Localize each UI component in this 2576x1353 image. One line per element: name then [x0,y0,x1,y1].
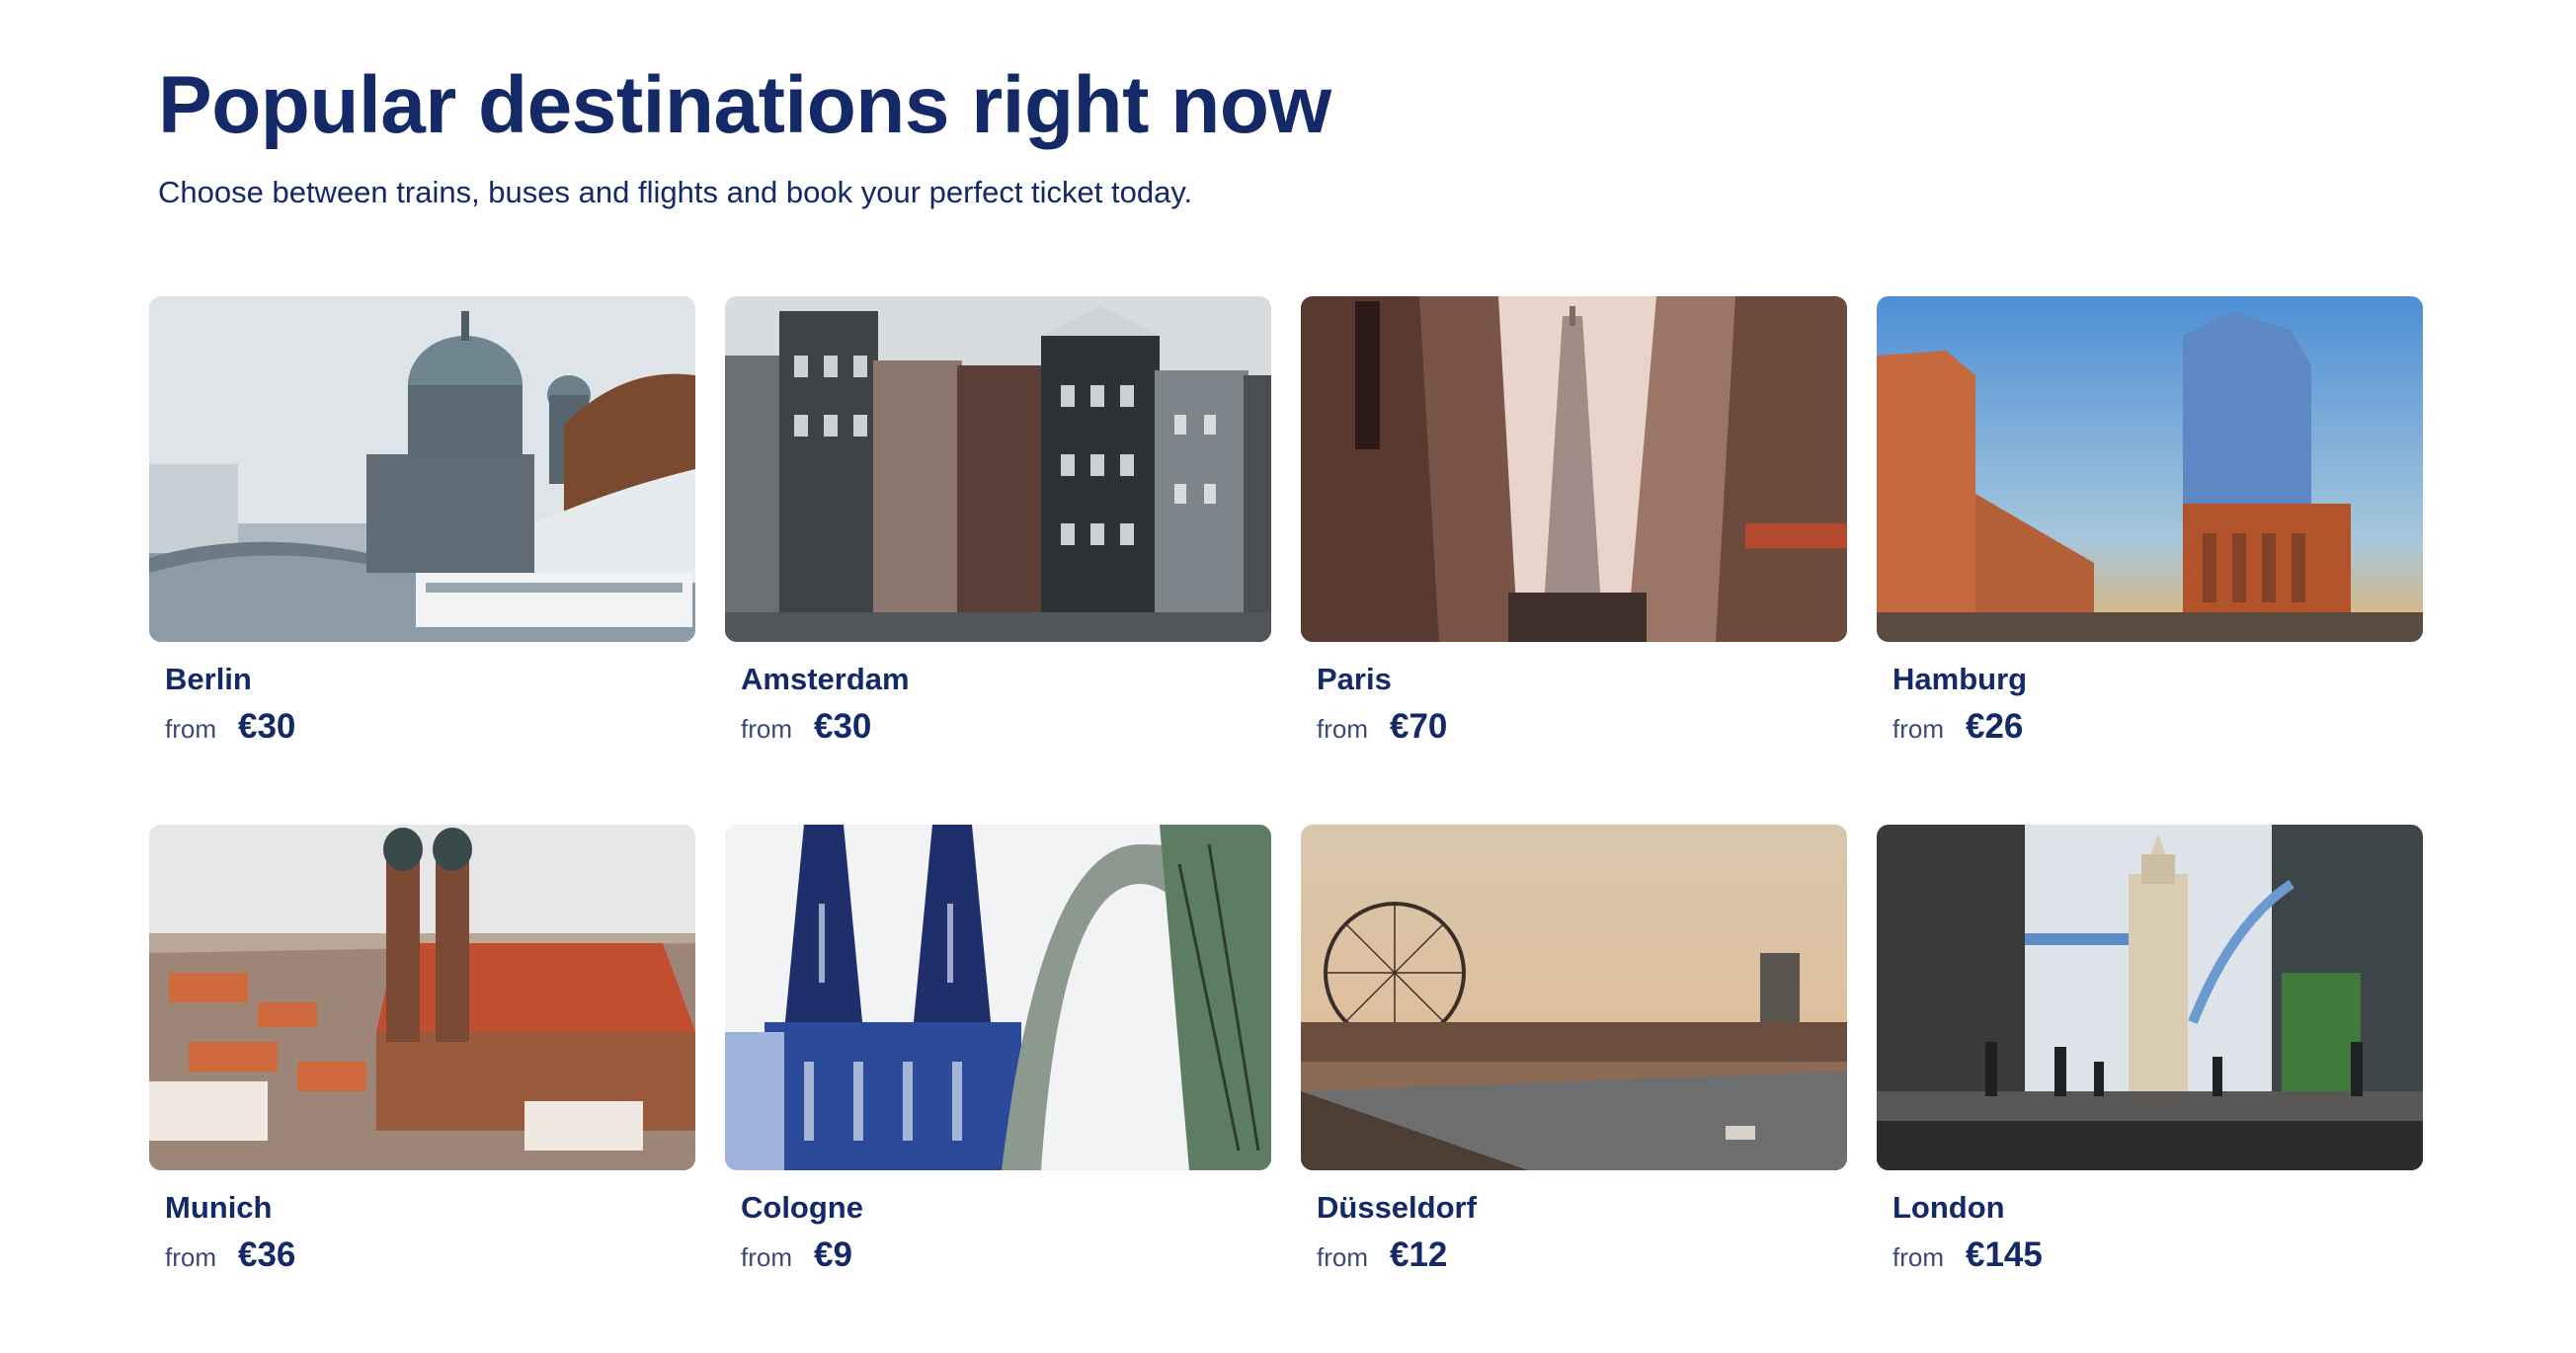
price-value: €26 [1966,707,2024,746]
price-from-label: from [741,714,792,744]
destination-card-berlin[interactable]: Berlin from €30 [149,296,695,746]
destination-name: Cologne [741,1190,863,1225]
price-from-label: from [1892,714,1944,744]
price-row: from €145 [1892,1235,2423,1275]
price-from-label: from [1317,1242,1368,1272]
price-value: €30 [238,707,296,746]
destination-card-munich[interactable]: Munich from €36 [149,825,695,1274]
price-row: from €26 [1892,707,2423,747]
price-row: from €70 [1317,707,1847,747]
price-from-label: from [165,714,216,744]
price-value: €145 [1966,1235,2043,1274]
price-from-label: from [1317,714,1368,744]
destination-name: Düsseldorf [1317,1190,1477,1225]
amsterdam-photo[interactable] [725,296,1271,642]
section-title: Popular destinations right now [158,60,1331,150]
dusseldorf-photo[interactable] [1301,825,1847,1170]
hamburg-photo[interactable] [1877,296,2423,642]
destination-name: Munich [165,1190,273,1225]
destination-name: Berlin [165,662,252,696]
price-row: from €36 [165,1235,695,1275]
destination-name: Amsterdam [741,662,910,696]
destination-card-dusseldorf[interactable]: Düsseldorf from €12 [1301,825,1847,1274]
destination-card-paris[interactable]: Paris from €70 [1301,296,1847,746]
munich-photo[interactable] [149,825,695,1170]
price-row: from €30 [741,707,1271,747]
destination-card-amsterdam[interactable]: Amsterdam from €30 [725,296,1271,746]
destination-card-cologne[interactable]: Cologne from €9 [725,825,1271,1274]
price-value: €36 [238,1235,296,1274]
destination-name: Paris [1317,662,1392,696]
berlin-photo[interactable] [149,296,695,642]
price-row: from €12 [1317,1235,1847,1275]
paris-photo[interactable] [1301,296,1847,642]
destination-name: Hamburg [1892,662,2028,696]
destination-name: London [1892,1190,2005,1225]
price-value: €30 [814,707,872,746]
destinations-grid: Berlin from €30 Amsterdam from €30 Paris… [149,296,2423,1274]
section-subtitle: Choose between trains, buses and flights… [158,175,1193,209]
price-from-label: from [165,1242,216,1272]
price-value: €9 [814,1235,852,1274]
popular-destinations-section: Popular destinations right now Choose be… [0,0,2576,1353]
destination-card-london[interactable]: London from €145 [1877,825,2423,1274]
price-from-label: from [1892,1242,1944,1272]
price-value: €70 [1390,707,1448,746]
destination-card-hamburg[interactable]: Hamburg from €26 [1877,296,2423,746]
price-value: €12 [1390,1235,1448,1274]
price-row: from €30 [165,707,695,747]
cologne-photo[interactable] [725,825,1271,1170]
price-row: from €9 [741,1235,1271,1275]
london-photo[interactable] [1877,825,2423,1170]
price-from-label: from [741,1242,792,1272]
